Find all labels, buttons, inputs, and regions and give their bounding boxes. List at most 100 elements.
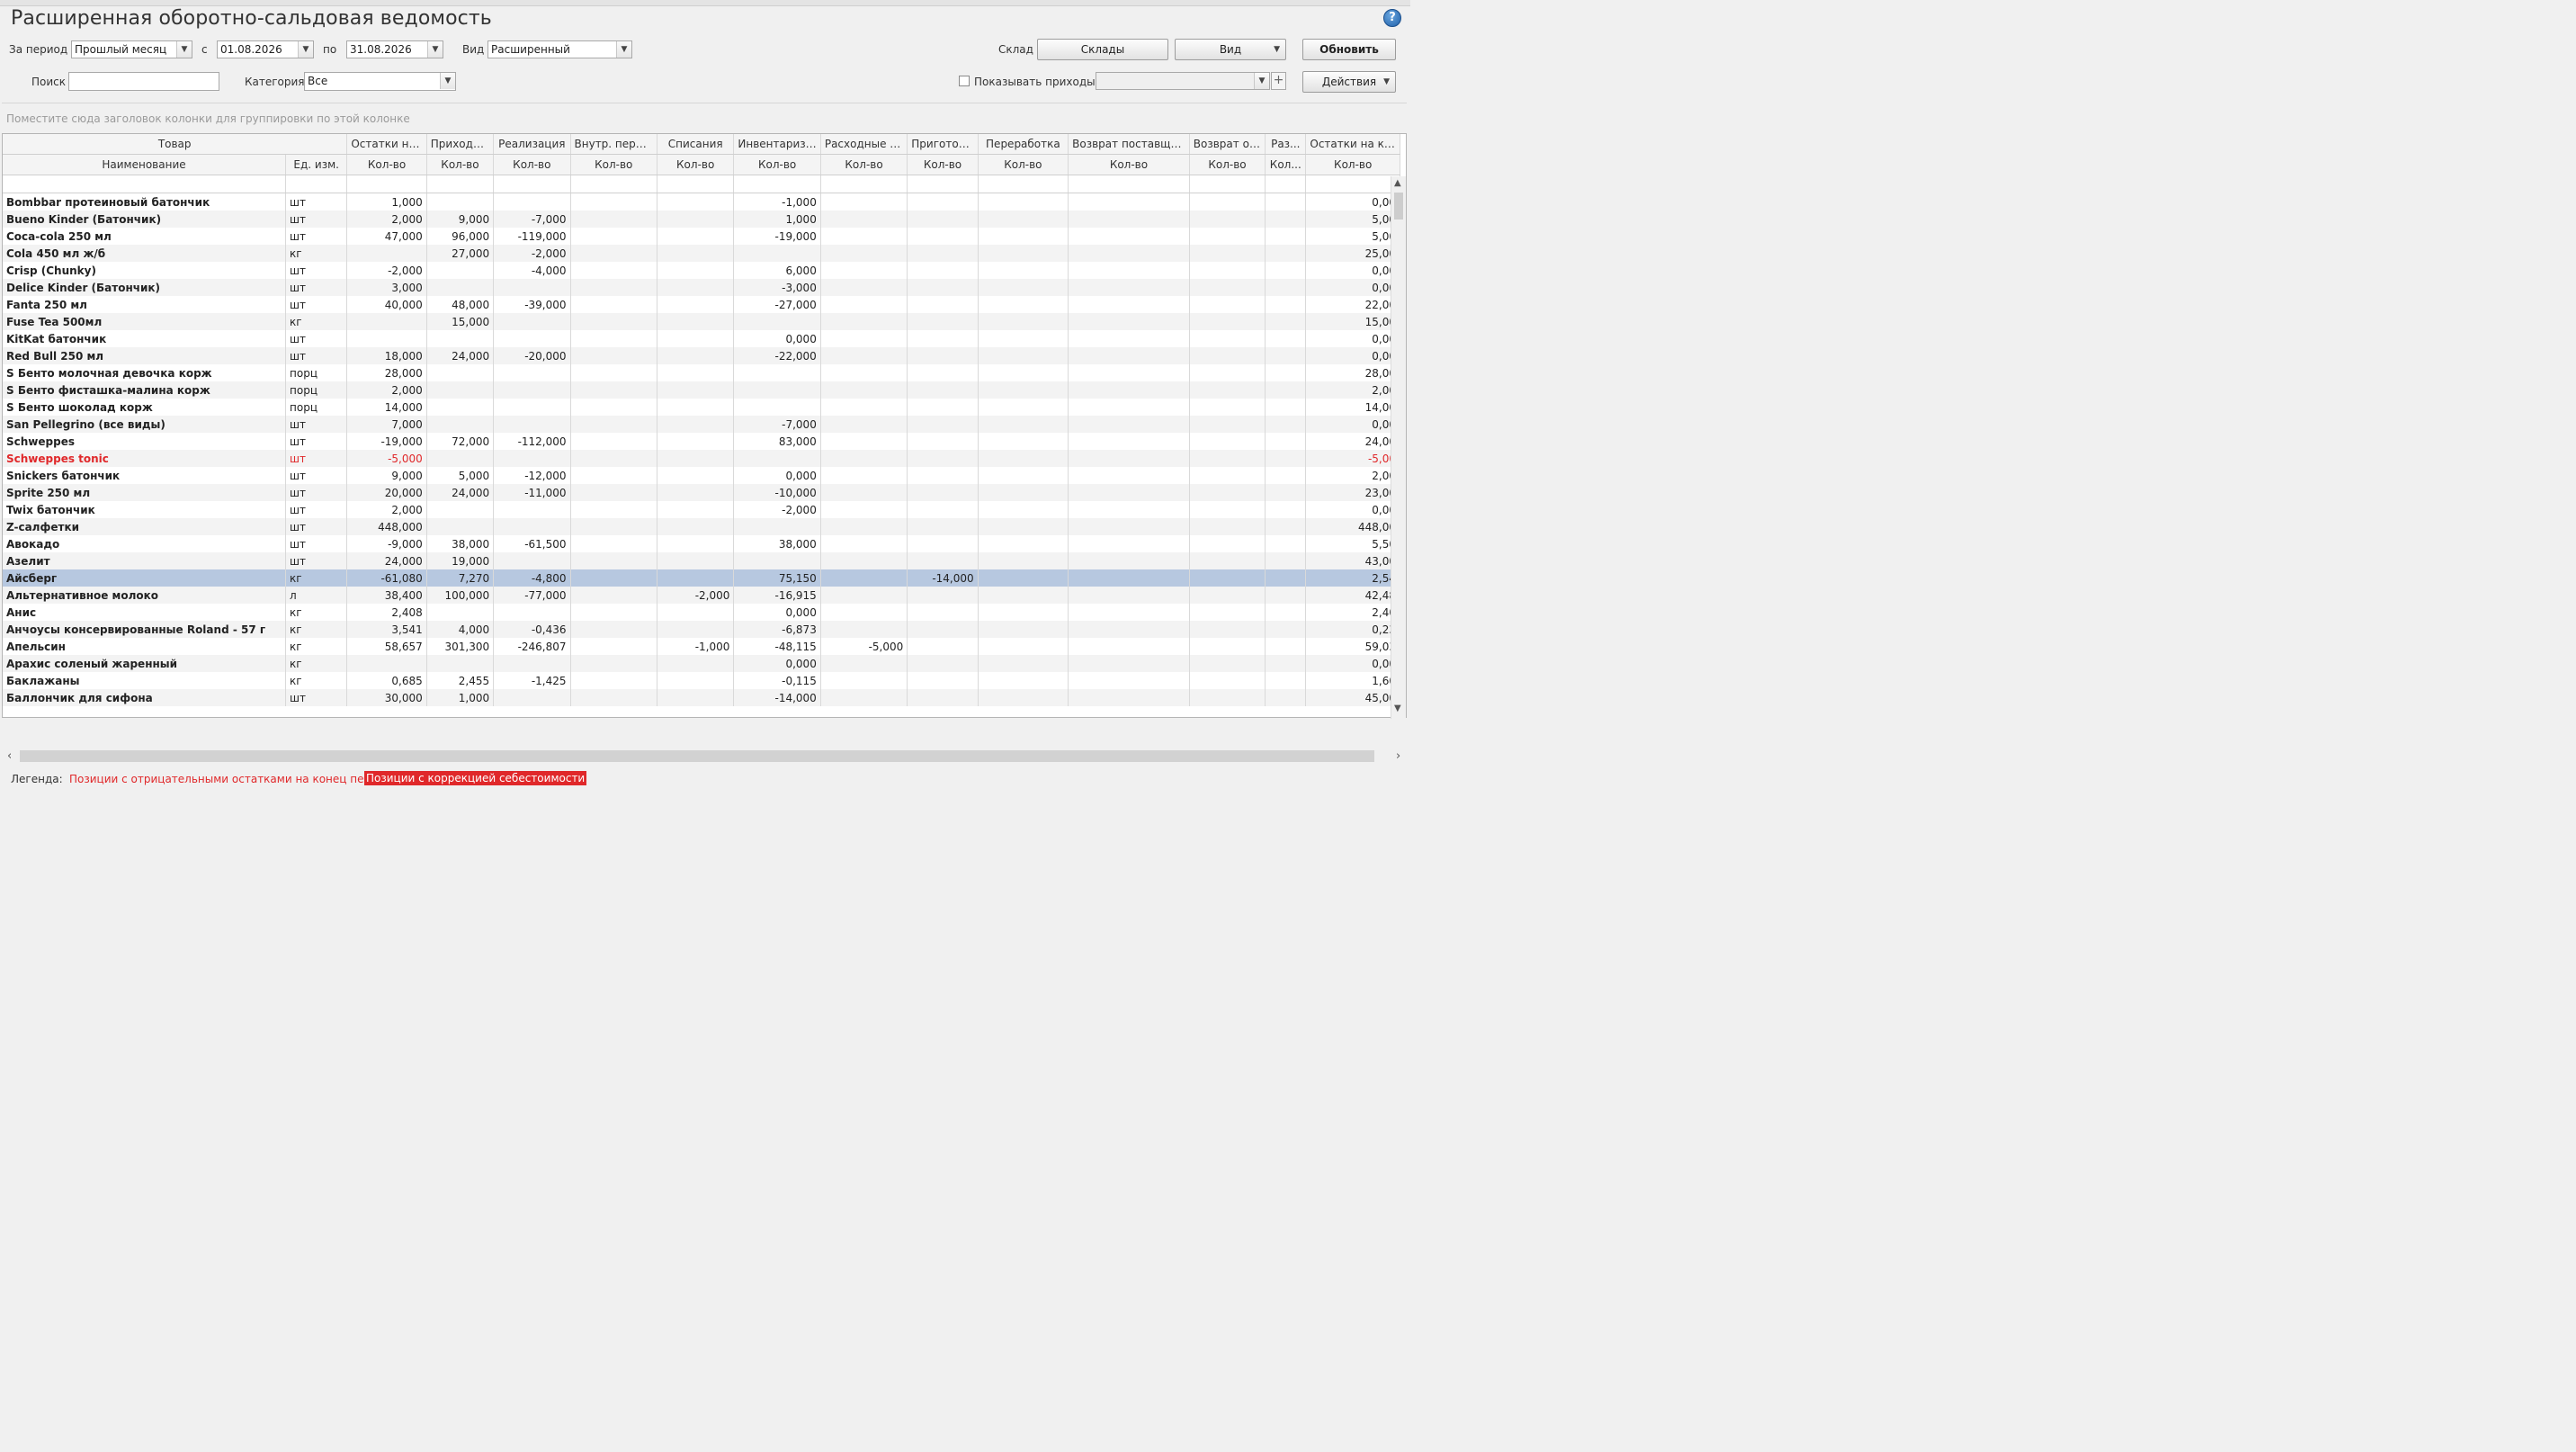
column-header[interactable]: Кол-во xyxy=(346,154,427,175)
filter-cell[interactable] xyxy=(978,175,1069,193)
table-row[interactable]: Альтернативное молоко л 38,400 100,000 -77,0… xyxy=(3,587,1400,604)
table-row[interactable]: Delice Kinder (Батончик) шт 3,000 -3,000 0,0… xyxy=(3,279,1400,296)
column-group-header[interactable]: Списания xyxy=(657,134,735,155)
add-icon[interactable]: + xyxy=(1271,72,1286,90)
table-row[interactable]: Анис кг 2,408 0,000 2,40 xyxy=(3,604,1400,621)
table-row[interactable]: Schweppes шт -19,000 72,000 -112,000 83,000 24… xyxy=(3,433,1400,450)
column-group-header[interactable]: Внутр. перем... xyxy=(570,134,657,155)
table-row[interactable]: Баклажаны кг 0,685 2,455 -1,425 -0,115 1,60 xyxy=(3,672,1400,689)
column-group-header[interactable]: Приготов... xyxy=(907,134,979,155)
table-row[interactable]: Fanta 250 мл шт 40,000 48,000 -39,000 -27,000… xyxy=(3,296,1400,313)
table-row[interactable]: Азелит шт 24,000 19,000 43,00 xyxy=(3,552,1400,569)
table-row[interactable]: Bueno Kinder (Батончик) шт 2,000 9,000 -7,00… xyxy=(3,211,1400,228)
filter-cell[interactable] xyxy=(1265,175,1307,193)
table-row[interactable]: Fuse Tea 500мл кг 15,000 15,00 xyxy=(3,313,1400,330)
view-select[interactable]: Расширенный ▼ xyxy=(487,40,632,58)
table-row[interactable]: San Pellegrino (все виды) шт 7,000 -7,000 0,… xyxy=(3,416,1400,433)
table-row[interactable]: Z-салфетки шт 448,000 448,00 xyxy=(3,518,1400,535)
column-group-header[interactable]: Возврат от... xyxy=(1189,134,1266,155)
chevron-down-icon[interactable]: ▼ xyxy=(298,41,313,58)
column-header[interactable]: Кол... xyxy=(1265,154,1307,175)
column-group-header[interactable]: Инвентариза... xyxy=(733,134,821,155)
column-group-header[interactable]: Приходн... xyxy=(426,134,495,155)
column-header[interactable]: Кол-во xyxy=(657,154,735,175)
filter-cell[interactable] xyxy=(733,175,821,193)
scroll-right-icon[interactable]: › xyxy=(1396,749,1400,763)
column-group-header[interactable]: Остатки на ко... xyxy=(1305,134,1400,155)
filter-cell[interactable] xyxy=(3,175,287,193)
column-group-header[interactable]: Раз... xyxy=(1265,134,1307,155)
column-header[interactable]: Кол-во xyxy=(570,154,657,175)
filter-cell[interactable] xyxy=(820,175,908,193)
table-row[interactable]: Арахис соленый жаренный кг 0,000 0,00 xyxy=(3,655,1400,672)
column-header[interactable]: Кол-во xyxy=(907,154,979,175)
refresh-button[interactable]: Обновить xyxy=(1302,39,1396,60)
view-menu-button[interactable]: Вид ▼ xyxy=(1175,39,1286,60)
table-row[interactable]: Coca-cola 250 мл шт 47,000 96,000 -119,000 -1… xyxy=(3,228,1400,245)
column-group-header[interactable]: Товар xyxy=(3,134,348,155)
chevron-down-icon[interactable]: ▼ xyxy=(427,41,443,58)
chevron-down-icon[interactable]: ▼ xyxy=(1254,73,1269,89)
table-row[interactable]: Айсберг кг -61,080 7,270 -4,800 75,150 -14,000… xyxy=(3,569,1400,587)
help-icon[interactable]: ? xyxy=(1383,9,1401,27)
table-row[interactable]: Анчоусы консервированные Roland - 57 г кг… xyxy=(3,621,1400,638)
filter-cell[interactable] xyxy=(285,175,348,193)
filter-cell[interactable] xyxy=(907,175,979,193)
period-select[interactable]: Прошлый месяц ▼ xyxy=(71,40,192,58)
to-date-picker[interactable]: 31.08.2026 ▼ xyxy=(346,40,443,58)
table-row[interactable]: S Бенто шоколад корж порц 14,000 14,00 xyxy=(3,399,1400,416)
filter-cell[interactable] xyxy=(346,175,427,193)
warehouses-button[interactable]: Склады xyxy=(1037,39,1168,60)
table-row[interactable]: Cola 450 мл ж/б кг 27,000 -2,000 25,00 xyxy=(3,245,1400,262)
column-group-header[interactable]: Возврат поставщику xyxy=(1068,134,1190,155)
incoming-select[interactable]: ▼ xyxy=(1096,72,1270,90)
column-header[interactable]: Кол-во xyxy=(1189,154,1266,175)
scroll-left-icon[interactable]: ‹ xyxy=(7,749,12,763)
filter-cell[interactable] xyxy=(426,175,495,193)
table-row[interactable]: Twix батончик шт 2,000 -2,000 0,00 xyxy=(3,501,1400,518)
search-input[interactable] xyxy=(68,72,219,91)
chevron-down-icon[interactable]: ▼ xyxy=(176,41,192,58)
horizontal-scroll-thumb[interactable] xyxy=(20,750,1374,762)
column-header[interactable]: Ед. изм. xyxy=(285,154,348,175)
table-row[interactable]: KitKat батончик шт 0,000 0,00 xyxy=(3,330,1400,347)
category-select[interactable]: Все ▼ xyxy=(304,72,456,91)
column-group-header[interactable]: Расходные на... xyxy=(820,134,908,155)
vertical-scrollbar[interactable]: ▲ ▼ xyxy=(1391,176,1406,719)
table-row[interactable]: Crisp (Chunky) шт -2,000 -4,000 6,000 0,00 xyxy=(3,262,1400,279)
vertical-scroll-thumb[interactable] xyxy=(1394,193,1403,220)
filter-cell[interactable] xyxy=(493,175,571,193)
filter-cell[interactable] xyxy=(1189,175,1266,193)
from-date-picker[interactable]: 01.08.2026 ▼ xyxy=(217,40,314,58)
table-row[interactable]: Bombbar протеиновый батончик шт 1,000 -1,00… xyxy=(3,193,1400,211)
table-row[interactable]: Snickers батончик шт 9,000 5,000 -12,000 0,00… xyxy=(3,467,1400,484)
group-by-drop-zone[interactable]: Поместите сюда заголовок колонки для гру… xyxy=(2,103,1407,134)
table-row[interactable]: Schweppes tonic шт -5,000 -5,00 xyxy=(3,450,1400,467)
scroll-up-icon[interactable]: ▲ xyxy=(1394,178,1401,188)
column-group-header[interactable]: Реализация xyxy=(493,134,571,155)
column-group-header[interactable]: Переработка xyxy=(978,134,1069,155)
table-row[interactable]: Авокадо шт -9,000 38,000 -61,500 38,000 5,50 xyxy=(3,535,1400,552)
show-incoming-checkbox[interactable] xyxy=(959,76,970,86)
table-row[interactable]: Баллончик для сифона шт 30,000 1,000 -14,000… xyxy=(3,689,1400,706)
actions-button[interactable]: Действия ▼ xyxy=(1302,71,1396,93)
filter-row[interactable] xyxy=(3,175,1400,193)
table-row[interactable]: Red Bull 250 мл шт 18,000 24,000 -20,000 -22,… xyxy=(3,347,1400,364)
filter-cell[interactable] xyxy=(657,175,735,193)
column-header[interactable]: Кол-во xyxy=(820,154,908,175)
filter-cell[interactable] xyxy=(1068,175,1190,193)
table-row[interactable]: Sprite 250 мл шт 20,000 24,000 -11,000 -10,00… xyxy=(3,484,1400,501)
column-header[interactable]: Кол-во xyxy=(493,154,571,175)
scroll-down-icon[interactable]: ▼ xyxy=(1394,704,1401,713)
horizontal-scrollbar[interactable]: ‹ › xyxy=(2,748,1407,764)
table-row[interactable]: S Бенто фисташка-малина корж порц 2,000 2,0… xyxy=(3,381,1400,399)
filter-cell[interactable] xyxy=(570,175,657,193)
column-header[interactable]: Кол-во xyxy=(1068,154,1190,175)
chevron-down-icon[interactable]: ▼ xyxy=(616,41,631,58)
column-header[interactable]: Кол-во xyxy=(426,154,495,175)
table-row[interactable]: Апельсин кг 58,657 301,300 -246,807 -1,000 -48… xyxy=(3,638,1400,655)
column-header[interactable]: Кол-во xyxy=(978,154,1069,175)
chevron-down-icon[interactable]: ▼ xyxy=(440,73,455,89)
filter-cell[interactable] xyxy=(1305,175,1400,193)
column-group-header[interactable]: Остатки на ... xyxy=(346,134,427,155)
